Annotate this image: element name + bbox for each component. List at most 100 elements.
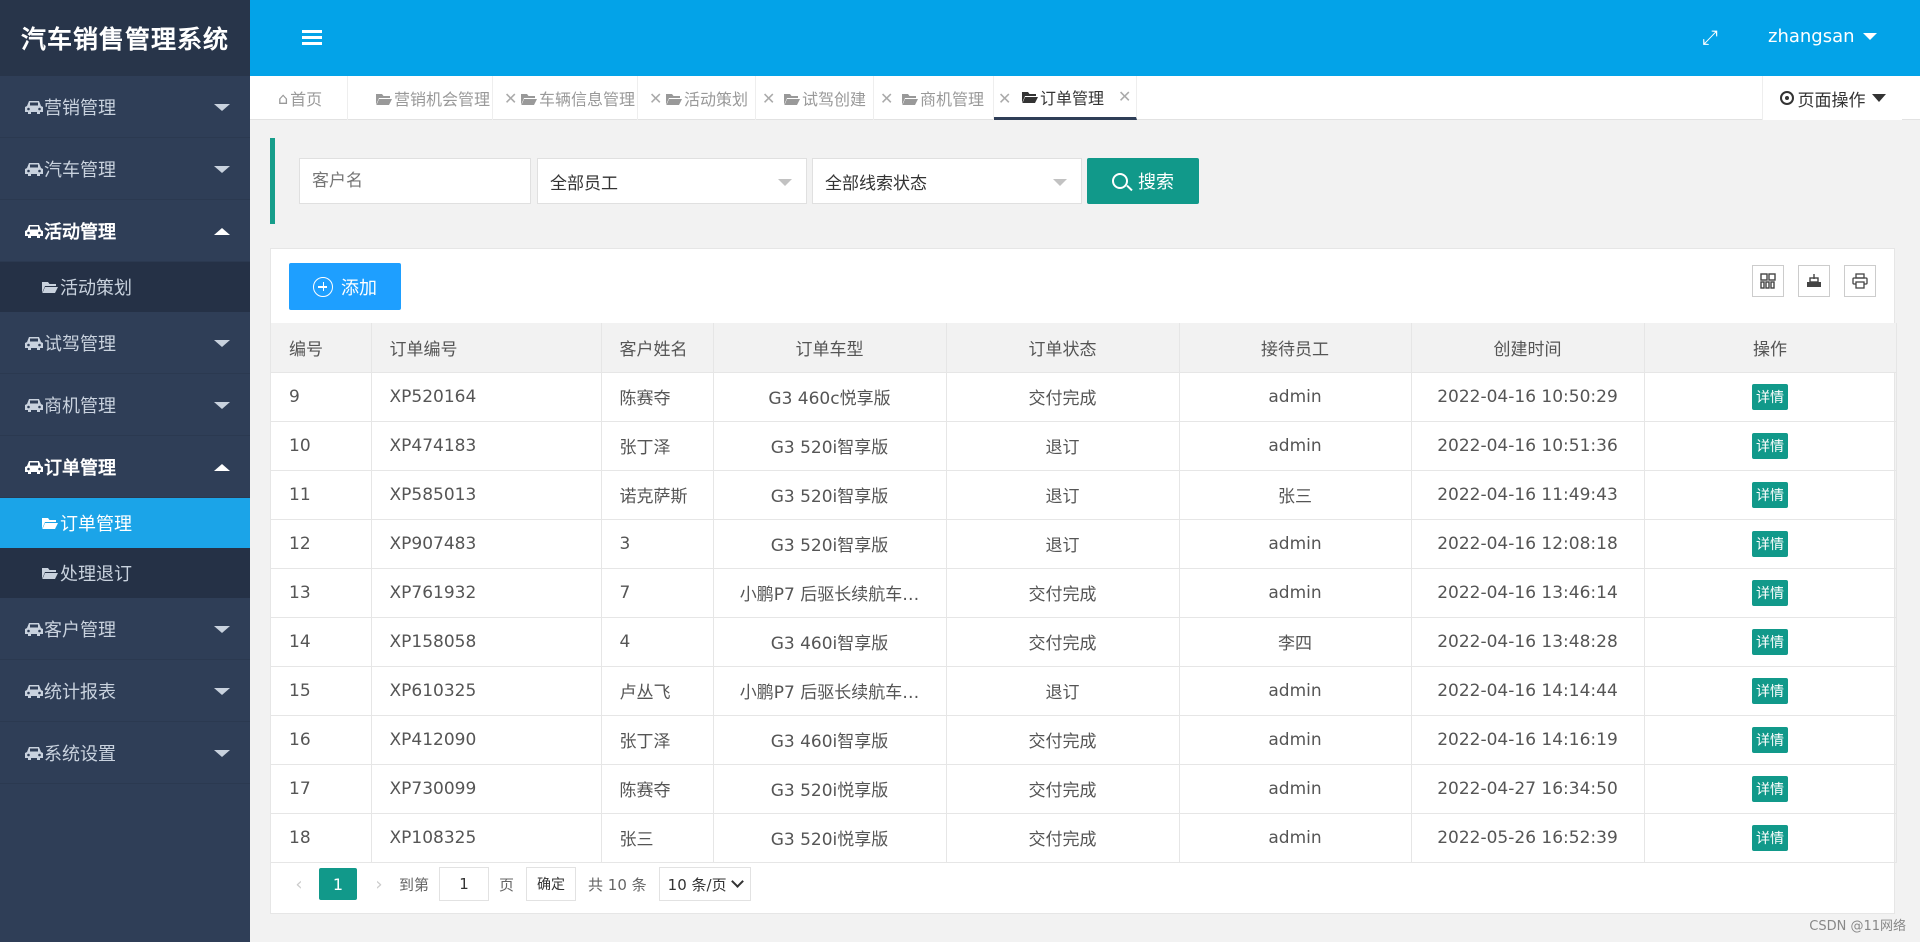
table-cell: XP585013: [371, 470, 602, 520]
table-cell: XP108325: [371, 813, 602, 863]
sidebar: 汽车销售管理系统 营销管理 汽车管理 活动管理 活动策划 试驾管理 商机管理 订单管理 订单管…: [0, 0, 250, 942]
table-cell: 3: [601, 519, 714, 569]
sidebar-item-0[interactable]: 营销管理: [0, 76, 250, 138]
page-ops-button[interactable]: 页面操作: [1762, 76, 1902, 120]
status-select[interactable]: 全部线索状态: [812, 158, 1082, 204]
detail-button[interactable]: 详情: [1752, 432, 1788, 459]
columns-filter-icon[interactable]: [1752, 265, 1784, 297]
top-header: ⤢ zhangsan: [250, 0, 1920, 76]
tab-3[interactable]: 活动策划 ✕: [638, 76, 775, 120]
tab-5[interactable]: 商机管理 ✕: [874, 76, 1011, 120]
sidebar-item-2[interactable]: 活动管理: [0, 200, 250, 262]
tab-2[interactable]: 车辆信息管理 ✕: [493, 76, 662, 120]
table-cell: XP412090: [371, 715, 602, 765]
tab-4[interactable]: 试驾创建 ✕: [756, 76, 893, 120]
table-cell: 交付完成: [946, 568, 1180, 618]
folder-icon: [376, 89, 392, 108]
menu-toggle-icon[interactable]: [302, 30, 322, 46]
sidebar-subitem-5-0[interactable]: 订单管理: [0, 498, 250, 548]
table-cell: 小鹏P7 后驱长续航车…: [713, 568, 947, 618]
caret-down-icon: [214, 166, 230, 173]
print-icon[interactable]: [1844, 265, 1876, 297]
status-select-value: 全部线索状态: [825, 173, 927, 194]
detail-button[interactable]: 详情: [1752, 775, 1788, 802]
detail-button[interactable]: 详情: [1752, 481, 1788, 508]
table-cell: G3 520i悦享版: [713, 813, 947, 863]
sidebar-item-7[interactable]: 统计报表: [0, 660, 250, 722]
tab-0[interactable]: ⌂ 首页: [250, 76, 348, 120]
actions-cell: 详情: [1644, 617, 1897, 667]
detail-button[interactable]: 详情: [1752, 824, 1788, 851]
table-row: 10 XP474183 张丁泽 G3 520i智享版 退订 admin 2022-04-16…: [271, 421, 1897, 471]
orders-table: 编号 订单编号 客户姓名 订单车型 订单状态 接待员工 创建时间 操作 9 XP520164 陈赛…: [271, 323, 1897, 863]
sidebar-subitem-2-0[interactable]: 活动策划: [0, 262, 250, 312]
user-menu[interactable]: zhangsan: [1768, 26, 1877, 47]
add-button[interactable]: 添加: [289, 263, 401, 310]
tab-1[interactable]: 营销机会管理 ✕: [348, 76, 517, 120]
sidebar-item-4[interactable]: 商机管理: [0, 374, 250, 436]
folder-open-icon: [42, 563, 58, 584]
page-size-select[interactable]: 10 条/页: [658, 867, 751, 901]
table-cell: G3 460i智享版: [713, 617, 947, 667]
pagination: ‹ 1 › 到第 1 页 确定 共 10 条 10 条/页: [289, 867, 751, 901]
table-cell: 12: [271, 519, 372, 569]
table-row: 14 XP158058 4 G3 460i智享版 交付完成 李四 2022-04-16 13…: [271, 617, 1897, 667]
folder-icon: [521, 89, 537, 108]
next-page-icon[interactable]: ›: [369, 874, 389, 895]
table-cell: 2022-04-27 16:34:50: [1411, 764, 1645, 814]
close-icon[interactable]: ✕: [1118, 87, 1131, 106]
fullscreen-icon[interactable]: ⤢: [1702, 27, 1720, 47]
detail-button[interactable]: 详情: [1752, 628, 1788, 655]
sidebar-subitem-5-1[interactable]: 处理退订: [0, 548, 250, 598]
goto-page-input[interactable]: 1: [439, 867, 490, 901]
table-cell: 交付完成: [946, 372, 1180, 422]
table-cell: 交付完成: [946, 617, 1180, 667]
prev-page-icon[interactable]: ‹: [289, 874, 309, 895]
search-icon: [1112, 173, 1128, 189]
detail-button[interactable]: 详情: [1752, 530, 1788, 557]
folder-open-icon: [42, 277, 58, 298]
table-cell: 张三: [1179, 470, 1412, 520]
caret-down-icon: [214, 750, 230, 757]
folder-icon: [902, 89, 918, 108]
actions-cell: 详情: [1644, 715, 1897, 765]
table-cell: 7: [601, 568, 714, 618]
folder-open-icon: [1022, 87, 1038, 106]
search-button-label: 搜索: [1138, 172, 1174, 193]
plus-circle-icon: [313, 276, 333, 297]
table-cell: 退订: [946, 666, 1180, 716]
detail-button[interactable]: 详情: [1752, 579, 1788, 606]
export-icon[interactable]: [1798, 265, 1830, 297]
table-cell: 2022-04-16 10:50:29: [1411, 372, 1645, 422]
table-cell: admin: [1179, 372, 1412, 422]
actions-cell: 详情: [1644, 568, 1897, 618]
page-number-current[interactable]: 1: [319, 868, 357, 900]
sidebar-item-label: 营销管理: [44, 97, 116, 119]
goto-confirm-button[interactable]: 确定: [526, 867, 577, 901]
staff-select-value: 全部员工: [550, 173, 618, 194]
watermark: CSDN @11网络: [1809, 919, 1906, 934]
detail-button[interactable]: 详情: [1752, 726, 1788, 753]
sidebar-item-3[interactable]: 试驾管理: [0, 312, 250, 374]
staff-select[interactable]: 全部员工: [537, 158, 807, 204]
sidebar-item-8[interactable]: 系统设置: [0, 722, 250, 784]
column-header-5: 接待员工: [1179, 323, 1412, 373]
folder-icon: [784, 89, 800, 108]
table-cell: 4: [601, 617, 714, 667]
table-cell: 交付完成: [946, 715, 1180, 765]
car-icon: [24, 397, 44, 413]
table-header-row: 编号 订单编号 客户姓名 订单车型 订单状态 接待员工 创建时间 操作: [271, 323, 1897, 373]
table-row: 15 XP610325 卢丛飞 小鹏P7 后驱长续航车… 退订 admin 2022-04-…: [271, 666, 1897, 716]
search-button[interactable]: 搜索: [1087, 158, 1199, 204]
sidebar-item-6[interactable]: 客户管理: [0, 598, 250, 660]
chevron-down-icon: [1053, 179, 1067, 186]
sidebar-item-5[interactable]: 订单管理: [0, 436, 250, 498]
detail-button[interactable]: 详情: [1752, 383, 1788, 410]
table-cell: 陈赛夺: [601, 372, 714, 422]
tab-6[interactable]: 订单管理 ✕: [994, 76, 1137, 120]
sidebar-item-label: 系统设置: [44, 743, 116, 765]
table-cell: G3 460c悦享版: [713, 372, 947, 422]
customer-search-input[interactable]: [299, 158, 531, 204]
sidebar-item-1[interactable]: 汽车管理: [0, 138, 250, 200]
detail-button[interactable]: 详情: [1752, 677, 1788, 704]
